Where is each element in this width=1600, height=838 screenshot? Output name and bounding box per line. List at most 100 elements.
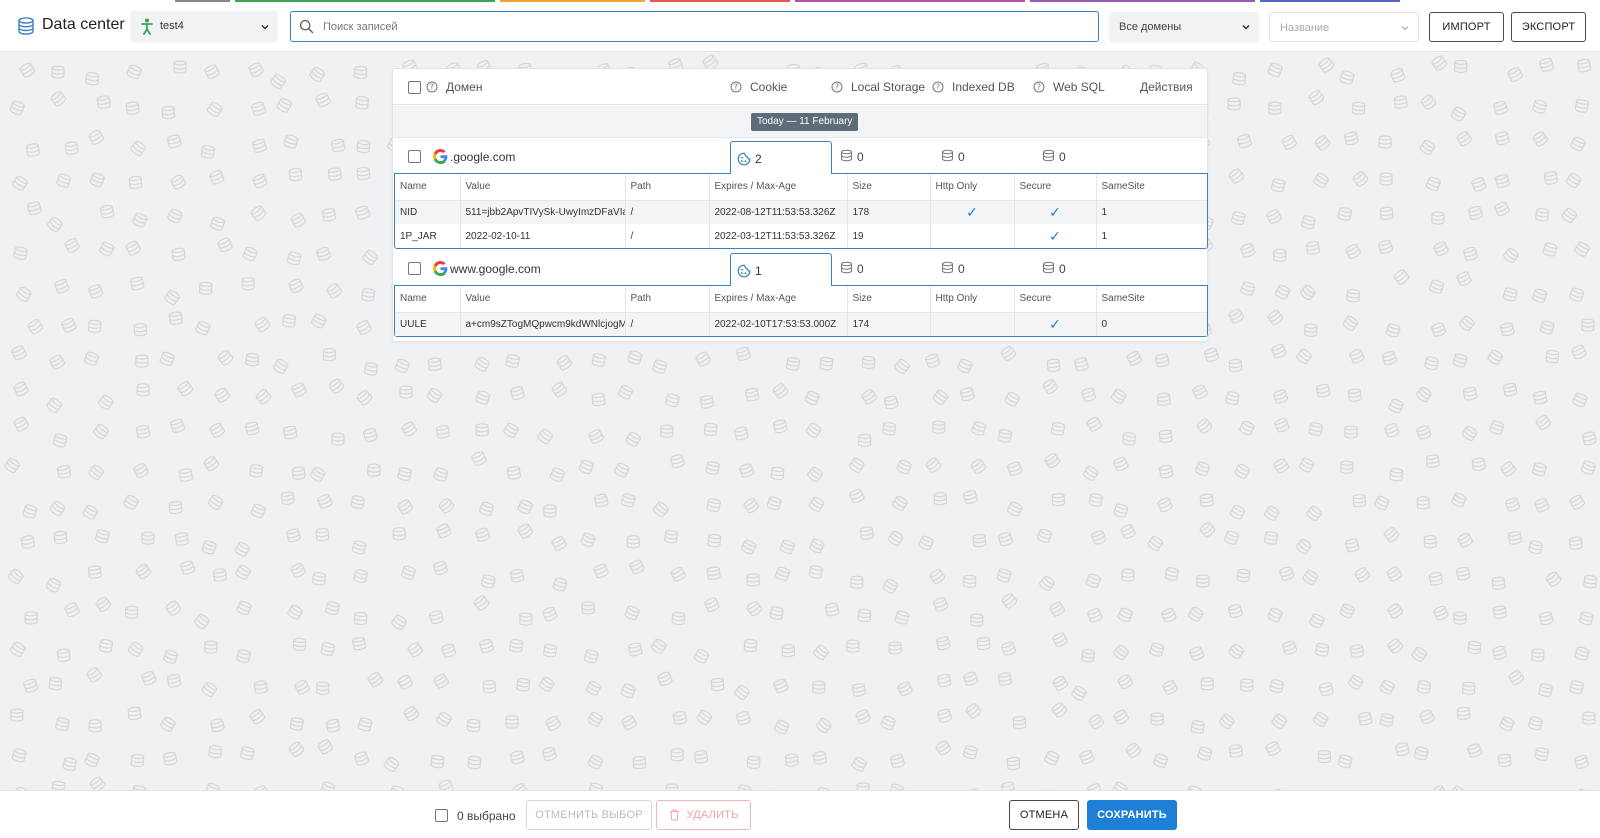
pattern-db-icon (1494, 131, 1510, 146)
cookie-path[interactable]: / (625, 224, 710, 248)
select-all-footer-checkbox[interactable] (435, 809, 448, 822)
pattern-db-icon (99, 204, 115, 219)
pattern-db-icon (1565, 172, 1582, 188)
pattern-db-icon (1373, 495, 1390, 511)
pattern-db-icon (1312, 711, 1329, 727)
pattern-db-icon (740, 539, 757, 555)
cookie-size[interactable]: 174 (847, 312, 931, 336)
pattern-db-icon (781, 644, 796, 658)
help-icon[interactable]: ? (1033, 81, 1045, 93)
pattern-db-icon (509, 568, 525, 583)
select-all-checkbox[interactable] (408, 81, 421, 94)
table-row[interactable]: UULE a+cm9sZTogMQpwcm9kdWNlcjogMQ / 2022… (395, 312, 1207, 336)
pattern-db-icon (1164, 567, 1180, 581)
pattern-db-icon (784, 753, 799, 767)
pattern-db-icon (433, 673, 450, 689)
cookie-expires[interactable]: 2022-02-10T17:53:53.000Z (709, 312, 848, 336)
pattern-db-icon (1416, 680, 1432, 694)
cookie-value[interactable]: 2022-02-10-11 (460, 224, 626, 248)
cookie-path[interactable]: / (625, 312, 710, 336)
cookie-http-only[interactable] (930, 312, 1015, 336)
cookie-http-only[interactable] (930, 224, 1015, 248)
profile-select[interactable]: test4 (130, 11, 278, 42)
pattern-db-icon (925, 353, 941, 368)
table-row[interactable]: 1P_JAR 2022-02-10-11 / 2022-03-12T11:53:… (395, 224, 1207, 248)
pattern-db-icon (127, 706, 142, 721)
table-row[interactable]: NID 511=jbb2ApvTIVySk-UwyImzDFaVIa7 / 20… (395, 200, 1207, 224)
pattern-db-icon (1267, 607, 1283, 623)
pattern-db-icon (135, 354, 149, 368)
pattern-db-icon (965, 703, 982, 719)
pattern-db-icon (475, 390, 491, 405)
cookie-tab[interactable]: 2 (730, 141, 832, 174)
pattern-db-icon (543, 644, 558, 658)
cookie-secure[interactable]: ✓ (1014, 200, 1097, 224)
sort-select[interactable]: Название (1269, 12, 1419, 42)
col-name: Name (395, 174, 461, 201)
import-button[interactable]: ИМПОРТ (1429, 12, 1504, 42)
cookie-name[interactable]: NID (395, 200, 461, 224)
pattern-db-icon (200, 145, 216, 159)
cookie-samesite[interactable]: 1 (1096, 224, 1207, 248)
domain-row[interactable]: www.google.com 1 0 0 0 (393, 251, 1207, 286)
pattern-db-icon (1199, 493, 1214, 507)
pattern-db-icon (7, 568, 24, 585)
domain-checkbox[interactable] (408, 262, 421, 275)
pattern-db-icon (98, 241, 115, 257)
pattern-db-icon (355, 205, 371, 220)
cookie-expires[interactable]: 2022-03-12T11:53:53.326Z (709, 224, 848, 248)
save-button[interactable]: СОХРАНИТЬ (1087, 800, 1177, 830)
cookie-http-only[interactable]: ✓ (930, 200, 1015, 224)
cookie-icon (737, 152, 751, 166)
help-icon[interactable]: ? (426, 81, 438, 93)
cookie-size[interactable]: 19 (847, 224, 931, 248)
cookie-table: Name Value Path Expires / Max-Age Size H… (394, 285, 1208, 337)
cookie-size[interactable]: 178 (847, 200, 931, 224)
pattern-db-icon (25, 143, 41, 157)
export-button[interactable]: ЭКСПОРТ (1511, 12, 1586, 42)
pattern-db-icon (88, 464, 105, 481)
pattern-db-icon (1305, 241, 1321, 255)
cookie-secure[interactable]: ✓ (1014, 224, 1097, 248)
pattern-db-icon (1087, 783, 1103, 790)
pattern-db-icon (432, 561, 448, 576)
cookie-secure[interactable]: ✓ (1014, 312, 1097, 336)
cookie-expires[interactable]: 2022-08-12T11:53:53.326Z (709, 200, 848, 224)
pattern-db-icon (1576, 58, 1592, 73)
cancel-button[interactable]: ОТМЕНА (1009, 800, 1079, 830)
pattern-db-icon (1570, 136, 1586, 152)
pattern-db-icon (130, 753, 145, 768)
cookie-name[interactable]: 1P_JAR (395, 224, 461, 248)
pattern-db-icon (167, 208, 183, 224)
help-icon[interactable]: ? (932, 81, 944, 93)
pattern-db-icon (1539, 320, 1555, 335)
domain-row[interactable]: .google.com 2 0 0 0 (393, 139, 1207, 174)
help-icon[interactable]: ? (730, 81, 742, 93)
pattern-db-icon (693, 750, 709, 764)
cookie-value[interactable]: a+cm9sZTogMQpwcm9kdWNlcjogMQ (460, 312, 626, 336)
pattern-db-icon (1073, 357, 1089, 372)
cookie-value[interactable]: 511=jbb2ApvTIVySk-UwyImzDFaVIa7 (460, 200, 626, 224)
pattern-db-icon (325, 718, 341, 733)
search-input[interactable] (323, 17, 1083, 36)
pattern-db-icon (503, 422, 520, 438)
pattern-db-icon (1271, 343, 1287, 359)
domain-filter-select[interactable]: Все домены (1109, 12, 1259, 42)
pattern-db-icon (478, 501, 495, 516)
pattern-db-icon (650, 638, 667, 654)
pattern-db-icon (397, 467, 412, 481)
delete-button[interactable]: УДАЛИТЬ (656, 800, 751, 830)
svg-text:?: ? (1037, 83, 1041, 92)
pattern-db-icon (770, 466, 785, 481)
help-icon[interactable]: ? (831, 81, 843, 93)
domain-checkbox[interactable] (408, 150, 421, 163)
cookie-samesite[interactable]: 1 (1096, 200, 1207, 224)
cookie-name[interactable]: UULE (395, 312, 461, 336)
deselect-button[interactable]: ОТМЕНИТЬ ВЫБОР (526, 800, 652, 830)
pattern-db-icon (1569, 287, 1585, 302)
cookie-path[interactable]: / (625, 200, 710, 224)
pattern-db-icon (209, 422, 226, 438)
cookie-tab[interactable]: 1 (730, 253, 832, 286)
cookie-samesite[interactable]: 0 (1096, 312, 1207, 336)
pattern-db-icon (315, 527, 330, 542)
